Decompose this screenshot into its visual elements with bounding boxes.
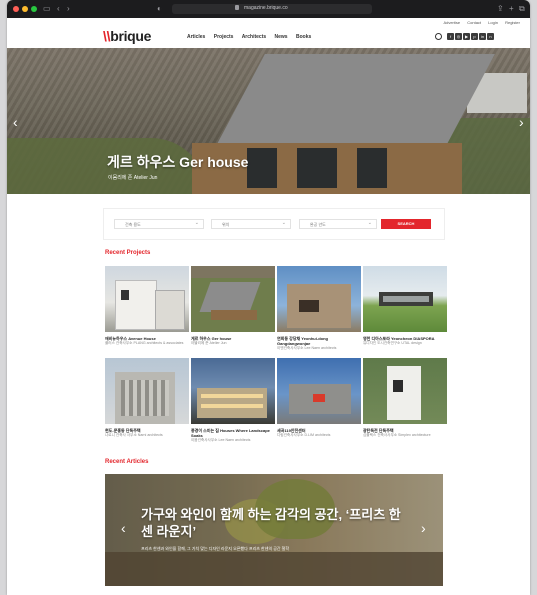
- browser-toolbar: ▭ ‹ › ◐ magazine.brique.co ⇪ + ⧉: [7, 0, 530, 18]
- project-card[interactable]: 광탄독전 단독주택 심플렉스 건축사사무소 Simplex architectu…: [363, 358, 447, 438]
- project-architect: 플러스 건축사무소 PLANG architects & associates: [105, 341, 184, 345]
- hero-dot-1[interactable]: [266, 198, 269, 201]
- project-thumbnail[interactable]: [363, 266, 447, 332]
- nav-architects[interactable]: Architects: [242, 34, 266, 40]
- instagram-icon[interactable]: ◎: [455, 33, 462, 40]
- register-link[interactable]: Register: [505, 20, 520, 25]
- contact-link[interactable]: Contact: [467, 20, 481, 25]
- project-card[interactable]: 연희동 강당채 Yeonhui-dong Gangdangwonjae 이엔건축…: [277, 266, 361, 351]
- new-tab-icon[interactable]: +: [509, 4, 514, 14]
- article-pagination: [268, 578, 283, 586]
- share-icon[interactable]: ⇪: [497, 4, 504, 14]
- nav-books[interactable]: Books: [296, 34, 311, 40]
- tabs-overview-icon[interactable]: ⧉: [519, 4, 525, 14]
- recent-projects-heading: Recent Projects: [105, 250, 151, 256]
- project-architect: 이뭄건축사사무소 Lee Naen architects: [191, 438, 251, 442]
- project-filter-bar: 건축 용도 위치 완공 년도 SEARCH: [103, 208, 445, 240]
- project-thumbnail[interactable]: [105, 358, 189, 424]
- sidebar-icon[interactable]: ▭: [43, 4, 51, 14]
- hero-subtitle: 이뭄리에 존 Atelier Jun: [108, 175, 158, 181]
- project-thumbnail[interactable]: [363, 358, 447, 424]
- project-thumbnail[interactable]: [277, 358, 361, 424]
- pinterest-icon[interactable]: p: [471, 33, 478, 40]
- project-architect: 유디자인 도시건축연구소 UTAL design: [363, 341, 422, 345]
- minimize-window-button[interactable]: [22, 6, 28, 12]
- article-slider[interactable]: 가구와 와인이 함께 하는 감각의 공간, ‘프리츠 한센 라운지’ 프리츠 한…: [105, 474, 443, 586]
- search-icon[interactable]: [435, 33, 442, 40]
- main-nav: Articles Projects Architects News Books: [187, 34, 318, 40]
- linkedin-icon[interactable]: in: [479, 33, 486, 40]
- advertise-link[interactable]: Advertise: [443, 20, 460, 25]
- project-thumbnail[interactable]: [277, 266, 361, 332]
- nav-news[interactable]: News: [275, 34, 288, 40]
- hero-prev-arrow-icon[interactable]: ‹: [13, 114, 18, 130]
- location-select[interactable]: 위치: [211, 218, 291, 229]
- url-text: magazine.brique.co: [244, 5, 288, 11]
- hero-title[interactable]: 게르 하우스 Ger house: [107, 152, 248, 172]
- top-links: Advertise Contact Login Register: [437, 20, 520, 25]
- maximize-window-button[interactable]: [31, 6, 37, 12]
- article-title[interactable]: 가구와 와인이 함께 하는 감각의 공간, ‘프리츠 한센 라운지’: [141, 506, 401, 540]
- nav-articles[interactable]: Articles: [187, 34, 205, 40]
- site-logo[interactable]: \\brique: [103, 28, 151, 44]
- project-architect: 나르니 건축사 사무소 Narni architects: [105, 433, 163, 437]
- project-card[interactable]: 현도-문홍동 단독주택 나르니 건축사 사무소 Narni architects: [105, 358, 189, 438]
- project-title[interactable]: 연희동 강당채 Yeonhui-dong Gangdangwonjae: [277, 336, 361, 346]
- shield-icon[interactable]: ◐: [157, 4, 162, 14]
- back-icon[interactable]: ‹: [57, 4, 60, 14]
- lock-icon: [235, 5, 239, 10]
- browser-window: ▭ ‹ › ◐ magazine.brique.co ⇪ + ⧉ Adverti…: [7, 0, 530, 595]
- project-thumbnail[interactable]: [191, 358, 275, 424]
- project-architect: 아뜰리에 준 Atelier Jun: [191, 341, 227, 345]
- hero-dot-2[interactable]: [271, 198, 274, 201]
- recent-articles-heading: Recent Articles: [105, 459, 149, 465]
- year-select[interactable]: 완공 년도: [299, 218, 377, 229]
- article-subtitle: 프리츠 한센과 와인을 함께, 그 가치 맞는 디자인 라운지 오픈했다 프리츠…: [141, 546, 290, 551]
- hero-slider[interactable]: 게르 하우스 Ger house 이뭄리에 존 Atelier Jun ‹ ›: [7, 48, 530, 194]
- project-card[interactable]: 애비뉴하우스 Avenue House 플러스 건축사무소 PLANG arch…: [105, 266, 189, 346]
- search-button[interactable]: SEARCH: [381, 219, 431, 229]
- hero-next-arrow-icon[interactable]: ›: [519, 114, 524, 130]
- address-bar[interactable]: magazine.brique.co: [172, 4, 372, 14]
- project-architect: 디림건축사사무소 D.LIM architects: [277, 433, 331, 437]
- hero-pagination: [265, 188, 280, 206]
- project-card[interactable]: 영천 디아스포라 Yeoncheon DIASPORA 유디자인 도시건축연구소…: [363, 266, 447, 346]
- project-architect: 심플렉스 건축사사무소 Simplex architecture: [363, 433, 431, 437]
- article-next-arrow-icon[interactable]: ›: [421, 520, 426, 536]
- login-link[interactable]: Login: [488, 20, 498, 25]
- project-card[interactable]: 게르 하우스 Ger house 아뜰리에 준 Atelier Jun: [191, 266, 275, 346]
- project-architect: 이엔건축사사무소 Lee Naen architects: [277, 346, 337, 350]
- project-card[interactable]: 풍경이 스미는 집 Houses Where Landscape Soaks 이…: [191, 358, 275, 443]
- forward-icon[interactable]: ›: [67, 4, 70, 14]
- project-card[interactable]: 세곡119안전센터 디림건축사사무소 D.LIM architects: [277, 358, 361, 438]
- category-select[interactable]: 건축 용도: [114, 218, 204, 229]
- project-title[interactable]: 풍경이 스미는 집 Houses Where Landscape Soaks: [191, 428, 275, 438]
- hero-dot-3[interactable]: [276, 198, 279, 201]
- logo-text: brique: [110, 28, 152, 44]
- close-window-button[interactable]: [13, 6, 19, 12]
- article-prev-arrow-icon[interactable]: ‹: [121, 520, 126, 536]
- nav-projects[interactable]: Projects: [214, 34, 234, 40]
- naver-icon[interactable]: n: [487, 33, 494, 40]
- facebook-icon[interactable]: f: [447, 33, 454, 40]
- youtube-icon[interactable]: ▶: [463, 33, 470, 40]
- project-thumbnail[interactable]: [105, 266, 189, 332]
- project-thumbnail[interactable]: [191, 266, 275, 332]
